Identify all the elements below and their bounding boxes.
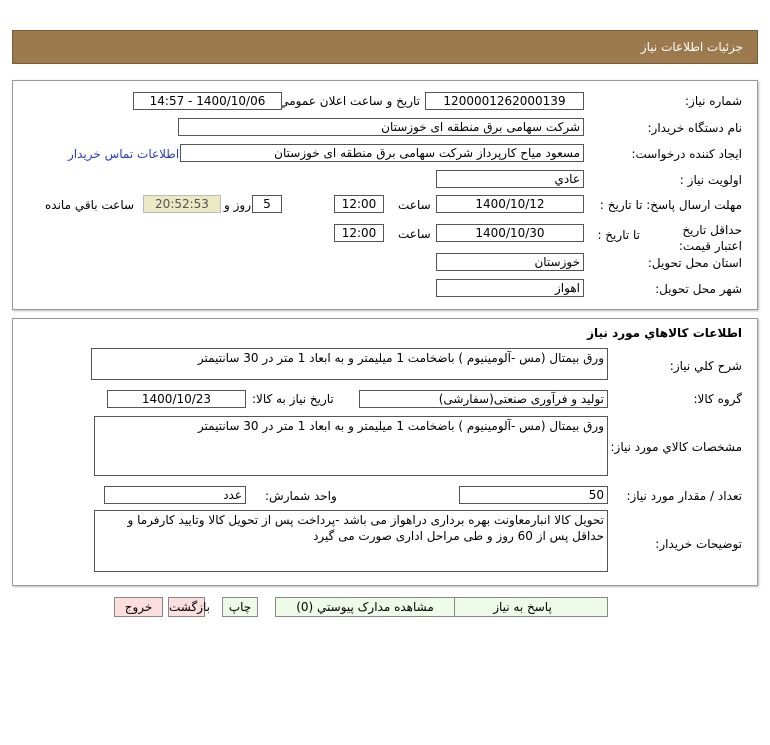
announce-label: تاریخ و ساعت اعلان عمومي:: [275, 94, 420, 108]
deadline-time-field[interactable]: 12:00: [334, 195, 384, 213]
city-field[interactable]: اهواز: [436, 279, 584, 297]
buyer-contact-link[interactable]: اطلاعات تماس خريدار: [68, 147, 179, 161]
spec-label: مشخصات کالاي مورد نياز:: [610, 440, 742, 454]
group-label: گروه کالا:: [693, 392, 743, 406]
page-header: جزئیات اطلاعات نیاز: [12, 30, 758, 64]
deadline-date-field[interactable]: 1400/10/12: [436, 195, 584, 213]
buyer-label: نام دستگاه خريدار:: [647, 121, 743, 135]
validity-date-field[interactable]: 1400/10/30: [436, 224, 584, 242]
need-info-panel: [12, 80, 758, 310]
back-button[interactable]: بازگشت: [168, 597, 210, 617]
group-field[interactable]: تولید و فرآوری صنعتی(سفارشی): [359, 390, 608, 408]
need-date-label: تاريخ نياز به کالا:: [252, 392, 334, 406]
priority-field[interactable]: عادي: [436, 170, 584, 188]
print-button[interactable]: چاپ: [222, 597, 258, 617]
days-label: روز و: [224, 198, 251, 212]
reply-button[interactable]: پاسخ به نياز: [437, 597, 608, 617]
summary-label: شرح کلي نياز:: [669, 359, 742, 373]
unit-field[interactable]: عدد: [104, 486, 246, 504]
remaining-label: ساعت باقي مانده: [45, 198, 135, 212]
priority-label: اولويت نياز :: [679, 173, 742, 187]
qty-field[interactable]: 50: [459, 486, 608, 504]
need-date-field[interactable]: 1400/10/23: [107, 390, 246, 408]
buyer-field[interactable]: شرکت سهامی برق منطقه ای خوزستان: [178, 118, 584, 136]
goods-section-title: اطلاعات کالاهاي مورد نياز: [587, 326, 742, 340]
unit-label: واحد شمارش:: [265, 489, 337, 503]
qty-label: تعداد / مقدار مورد نياز:: [626, 489, 742, 503]
view-documents-button[interactable]: مشاهده مدارک پيوستي (0): [275, 597, 455, 617]
province-field[interactable]: خوزستان: [436, 253, 584, 271]
days-field: 5: [252, 195, 282, 213]
creator-field[interactable]: مسعود میاح کارپرداز شرکت سهامی برق منطقه…: [180, 144, 584, 162]
validity-to-label: تا تاريخ :: [597, 228, 640, 242]
summary-field[interactable]: ورق بیمتال (مس -آلومینیوم ) باضخامت 1 می…: [91, 348, 608, 380]
need-number-label: شماره نیاز:: [685, 94, 742, 108]
deadline-time-label: ساعت: [398, 198, 431, 212]
need-number-field[interactable]: 1200001262000139: [425, 92, 584, 110]
announce-field[interactable]: 1400/10/06 - 14:57: [133, 92, 282, 110]
page-title: جزئیات اطلاعات نیاز: [640, 40, 743, 54]
validity-time-label: ساعت: [398, 227, 431, 241]
deadline-label: مهلت ارسال پاسخ: تا تاريخ :: [599, 198, 742, 212]
spec-field[interactable]: ورق بیمتال (مس -آلومینیوم ) باضخامت 1 می…: [94, 416, 608, 476]
city-label: شهر محل تحويل:: [655, 282, 742, 296]
validity-label: حداقل تاريخ اعتبار قيمت:: [678, 223, 742, 253]
validity-time-field[interactable]: 12:00: [334, 224, 384, 242]
desc-field[interactable]: تحویل کالا انبارمعاونت بهره برداری دراهو…: [94, 510, 608, 572]
page: جزئیات اطلاعات نیاز شماره نیاز: 12000012…: [0, 0, 770, 745]
remaining-time: 20:52:53: [143, 195, 221, 213]
creator-label: ايجاد کننده درخواست:: [631, 147, 742, 161]
exit-button[interactable]: خروج: [114, 597, 163, 617]
province-label: استان محل تحويل:: [647, 256, 742, 270]
desc-label: توضيحات خريدار:: [655, 537, 742, 551]
